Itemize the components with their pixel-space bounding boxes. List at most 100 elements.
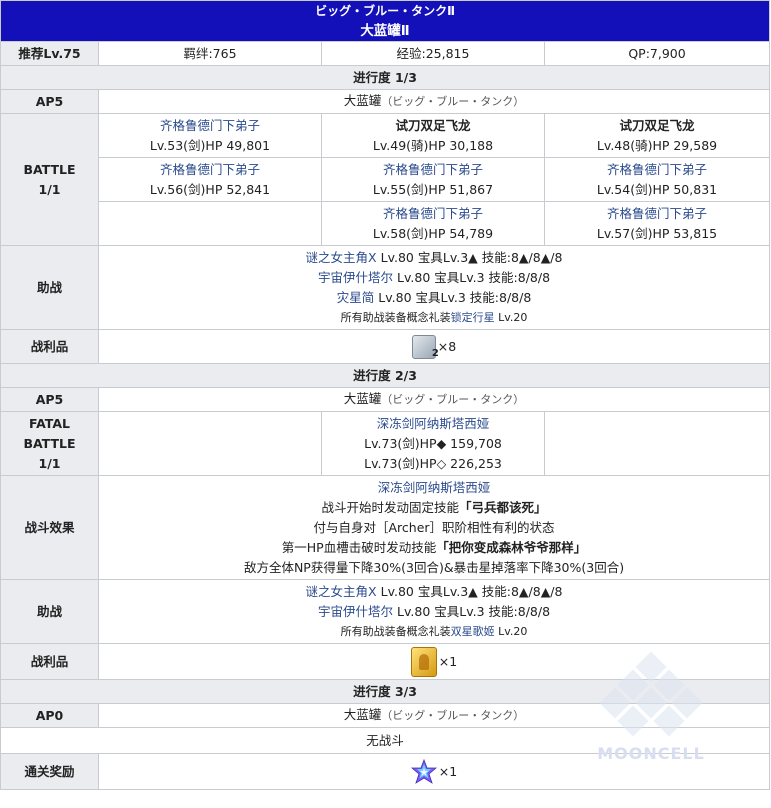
location-name: 大蓝罐 [343, 707, 382, 722]
boss-name-link[interactable]: 深冻剑阿纳斯塔西娅 [322, 414, 544, 434]
fatal-text: FATAL [28, 415, 70, 431]
battle-effect-label: 战斗效果 [0, 475, 99, 580]
enemy-stats: Lv.49(骑)HP 30,188 [372, 137, 494, 153]
support-cell-1: 谜之女主角X Lv.80 宝具Lv.3▲ 技能:8▲/8▲/8 宇宙伊什塔尔 L… [97, 245, 771, 330]
location-kana: （ビッグ・ブルー・タンク） [381, 393, 525, 406]
quest-table: ビッグ・ブルー・タンクⅡ 大蓝罐Ⅱ 推荐Lv.75 羁绊:765 经验:25,8… [0, 0, 771, 790]
effect-servant-link[interactable]: 深冻剑阿纳斯塔西娅 [99, 478, 769, 498]
boss-hp-2: Lv.73(剑)HP◇ 226,253 [364, 455, 502, 471]
location-1: 大蓝罐（ビッグ・ブルー・タンク） [97, 89, 771, 114]
enemy-name: 试刀双足飞龙 [619, 117, 695, 133]
battle-effect-cell: 深冻剑阿纳斯塔西娅 战斗开始时发动固定技能「弓兵都该死」 付与自身对［Arche… [97, 475, 771, 580]
recommended-level: 推荐Lv.75 [0, 41, 99, 66]
item-subscript: 2 [431, 347, 439, 359]
enemy-cell: 齐格鲁德门下弟子 Lv.53(剑)HP 49,801 [98, 113, 322, 158]
enemy-name-link[interactable]: 齐格鲁德门下弟子 [545, 160, 769, 180]
ap-cost-1: AP5 [0, 89, 99, 114]
drop-quantity: ×1 [438, 653, 458, 669]
support-ce-row: 所有助战装备概念礼装锁定行星 Lv.20 [99, 308, 769, 328]
enemy-name: 试刀双足飞龙 [395, 117, 471, 133]
no-battle-cell: 无战斗 [0, 727, 771, 754]
support-row: 宇宙伊什塔尔 Lv.80 宝具Lv.3 技能:8/8/8 [99, 268, 769, 288]
enemy-cell: 试刀双足飞龙 Lv.49(骑)HP 30,188 [321, 113, 545, 158]
enemy-name-link[interactable]: 齐格鲁德门下弟子 [322, 204, 544, 224]
support-row: 谜之女主角X Lv.80 宝具Lv.3▲ 技能:8▲/8▲/8 [99, 582, 769, 602]
drops-cell-2: ×1 [97, 643, 771, 680]
enemy-stats: Lv.55(剑)HP 51,867 [372, 181, 494, 197]
effect-line: 第一HP血槽击破时发动技能「把你变成森林爷爷那样」 [99, 538, 769, 558]
empty-enemy-cell [98, 411, 322, 476]
enemy-name-link[interactable]: 齐格鲁德门下弟子 [99, 116, 321, 136]
location-kana: （ビッグ・ブルー・タンク） [381, 95, 525, 108]
support-ce-link[interactable]: 双星歌姬 [451, 625, 495, 638]
boss-hp-1: Lv.73(剑)HP◆ 159,708 [364, 435, 502, 451]
clear-reward-cell: ×1 [97, 753, 771, 790]
support-servant-link[interactable]: 谜之女主角X [306, 250, 377, 265]
support-detail: Lv.80 宝具Lv.3▲ 技能:8▲/8▲/8 [380, 249, 563, 265]
enemy-stats: Lv.58(剑)HP 54,789 [372, 225, 494, 241]
skill-name: 「弓兵都该死」 [459, 499, 547, 515]
support-row: 谜之女主角X Lv.80 宝具Lv.3▲ 技能:8▲/8▲/8 [99, 248, 769, 268]
location-2: 大蓝罐（ビッグ・ブルー・タンク） [97, 387, 771, 412]
battle-label-1: BATTLE 1/1 [0, 113, 99, 246]
battle-wave: 1/1 [38, 181, 61, 197]
location-name: 大蓝罐 [343, 391, 382, 406]
support-ce-level: Lv.20 [498, 624, 528, 638]
support-row: 宇宙伊什塔尔 Lv.80 宝具Lv.3 技能:8/8/8 [99, 602, 769, 622]
enemy-cell: 齐格鲁德门下弟子 Lv.58(剑)HP 54,789 [321, 201, 545, 246]
location-kana: （ビッグ・ブルー・タンク） [381, 709, 525, 722]
support-servant-link[interactable]: 宇宙伊什塔尔 [318, 604, 393, 619]
enemy-stats: Lv.48(骑)HP 29,589 [596, 137, 718, 153]
drops-label-2: 战利品 [0, 643, 99, 680]
enemy-stats: Lv.54(剑)HP 50,831 [596, 181, 718, 197]
support-label-1: 助战 [0, 245, 99, 330]
fatal-battle-label: FATAL BATTLE 1/1 [0, 411, 99, 476]
enemy-cell: 齐格鲁德门下弟子 Lv.56(剑)HP 52,841 [98, 157, 322, 202]
quest-title-jp: ビッグ・ブルー・タンクⅡ [315, 4, 455, 18]
battle-wave: 1/1 [38, 455, 61, 471]
support-ce-prefix: 所有助战装备概念礼装 [340, 310, 451, 324]
battle-text: BATTLE [23, 161, 76, 177]
empty-enemy-cell [543, 411, 771, 476]
support-servant-link[interactable]: 宇宙伊什塔尔 [318, 270, 393, 285]
drops-cell-1: 2 ×8 [97, 329, 771, 364]
quest-title-header: ビッグ・ブルー・タンクⅡ 大蓝罐Ⅱ [0, 0, 771, 42]
enemy-cell: 齐格鲁德门下弟子 Lv.54(剑)HP 50,831 [543, 157, 771, 202]
support-servant-link[interactable]: 灾星简 [337, 290, 375, 305]
location-name: 大蓝罐 [343, 93, 382, 108]
support-detail: Lv.80 宝具Lv.3 技能:8/8/8 [397, 269, 551, 285]
enemy-cell: 齐格鲁德门下弟子 Lv.55(剑)HP 51,867 [321, 157, 545, 202]
bond-value: 羁绊:765 [98, 41, 322, 66]
clear-reward-label: 通关奖励 [0, 753, 99, 790]
ap-cost-3: AP0 [0, 703, 99, 728]
support-detail: Lv.80 宝具Lv.3 技能:8/8/8 [397, 603, 551, 619]
support-cell-2: 谜之女主角X Lv.80 宝具Lv.3▲ 技能:8▲/8▲/8 宇宙伊什塔尔 L… [97, 579, 771, 644]
enemy-name-link[interactable]: 齐格鲁德门下弟子 [545, 204, 769, 224]
effect-text: 第一HP血槽击破时发动技能 [281, 539, 437, 555]
empty-enemy-cell [98, 201, 322, 246]
boss-cell: 深冻剑阿纳斯塔西娅 Lv.73(剑)HP◆ 159,708 Lv.73(剑)HP… [321, 411, 545, 476]
ap-cost-2: AP5 [0, 387, 99, 412]
gold-statue-icon[interactable] [410, 646, 437, 677]
exp-value: 经验:25,815 [321, 41, 545, 66]
progress-header-3: 进行度 3/3 [0, 679, 771, 704]
progress-header-1: 进行度 1/3 [0, 65, 771, 90]
enemy-name-link[interactable]: 齐格鲁德门下弟子 [99, 160, 321, 180]
saint-quartz-icon[interactable] [410, 758, 437, 785]
support-detail: Lv.80 宝具Lv.3 技能:8/8/8 [378, 289, 532, 305]
effect-line: 敌方全体NP获得量下降30%(3回合)&暴击星掉落率下降30%(3回合) [243, 559, 625, 575]
ticket-item-icon[interactable]: 2 [411, 334, 439, 359]
support-ce-level: Lv.20 [498, 310, 528, 324]
effect-line: 战斗开始时发动固定技能「弓兵都该死」 [99, 498, 769, 518]
support-ce-link[interactable]: 锁定行星 [451, 311, 495, 324]
quest-title-cn: 大蓝罐Ⅱ [360, 23, 410, 39]
enemy-stats: Lv.57(剑)HP 53,815 [596, 225, 718, 241]
skill-name: 「把你变成森林爷爷那样」 [436, 539, 587, 555]
progress-header-2: 进行度 2/3 [0, 363, 771, 388]
support-ce-row: 所有助战装备概念礼装双星歌姬 Lv.20 [99, 622, 769, 642]
support-label-2: 助战 [0, 579, 99, 644]
support-servant-link[interactable]: 谜之女主角X [306, 584, 377, 599]
enemy-name-link[interactable]: 齐格鲁德门下弟子 [322, 160, 544, 180]
support-row: 灾星简 Lv.80 宝具Lv.3 技能:8/8/8 [99, 288, 769, 308]
enemy-cell: 齐格鲁德门下弟子 Lv.57(剑)HP 53,815 [543, 201, 771, 246]
